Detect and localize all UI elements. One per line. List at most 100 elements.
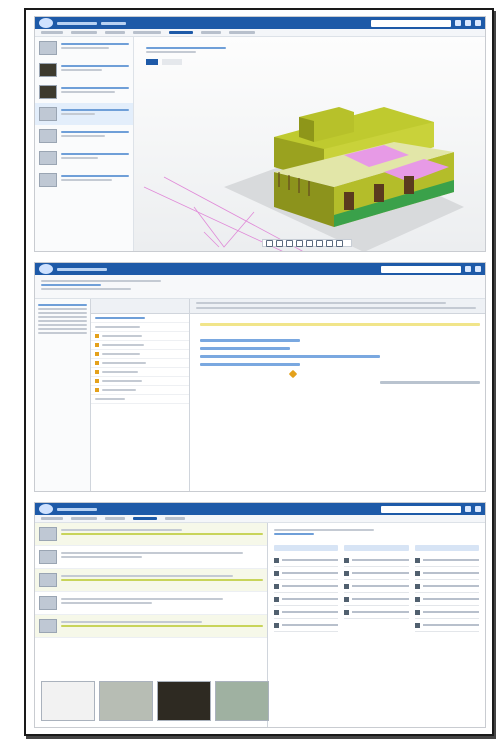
search-input[interactable] bbox=[381, 265, 461, 273]
user-icon[interactable] bbox=[475, 506, 481, 512]
panel-gantt bbox=[34, 262, 486, 492]
tab[interactable] bbox=[133, 31, 161, 34]
task-row[interactable] bbox=[91, 341, 189, 350]
gantt-bar[interactable] bbox=[200, 339, 300, 342]
panel-3d-viewer bbox=[34, 16, 486, 252]
gantt-bar[interactable] bbox=[200, 363, 300, 366]
app-header bbox=[35, 263, 485, 275]
gallery-image[interactable] bbox=[41, 681, 95, 721]
board-panel bbox=[268, 523, 485, 727]
tab[interactable] bbox=[229, 31, 255, 34]
kanban-card[interactable] bbox=[274, 619, 339, 632]
tab[interactable] bbox=[41, 517, 63, 520]
thumbnail bbox=[39, 527, 57, 541]
task-row[interactable] bbox=[91, 350, 189, 359]
thumbnail bbox=[39, 129, 57, 143]
thumbnail bbox=[39, 573, 57, 587]
app-logo-icon[interactable] bbox=[39, 504, 53, 514]
list-item[interactable] bbox=[35, 592, 267, 615]
tab-active[interactable] bbox=[169, 31, 193, 34]
section-icon[interactable] bbox=[316, 239, 323, 247]
kanban-card[interactable] bbox=[414, 554, 479, 567]
gallery-image[interactable] bbox=[157, 681, 211, 721]
task-row[interactable] bbox=[91, 386, 189, 395]
kanban-card[interactable] bbox=[414, 567, 479, 580]
sidebar bbox=[35, 37, 134, 251]
search-input[interactable] bbox=[381, 505, 461, 513]
tab[interactable] bbox=[105, 517, 125, 520]
gallery-image[interactable] bbox=[99, 681, 153, 721]
task-row[interactable] bbox=[91, 377, 189, 386]
list-item[interactable] bbox=[35, 546, 267, 569]
tab[interactable] bbox=[165, 517, 185, 520]
gantt-bar[interactable] bbox=[380, 381, 480, 384]
bell-icon[interactable] bbox=[465, 506, 471, 512]
kanban-card[interactable] bbox=[414, 593, 479, 606]
tab[interactable] bbox=[105, 31, 125, 34]
tab[interactable] bbox=[201, 31, 221, 34]
kanban-card[interactable] bbox=[414, 619, 479, 632]
gantt-bar[interactable] bbox=[200, 323, 480, 326]
sidebar-item[interactable] bbox=[35, 169, 133, 191]
task-row[interactable] bbox=[91, 395, 189, 404]
list-item[interactable] bbox=[35, 569, 267, 592]
gantt-bar[interactable] bbox=[200, 347, 290, 350]
gantt-chart[interactable] bbox=[190, 299, 485, 491]
gear-icon[interactable] bbox=[475, 20, 481, 26]
task-row[interactable] bbox=[91, 359, 189, 368]
settings-icon[interactable] bbox=[336, 239, 343, 247]
measure-icon[interactable] bbox=[326, 239, 333, 247]
sidebar-item[interactable] bbox=[35, 81, 133, 103]
task-row[interactable] bbox=[91, 368, 189, 377]
app-logo-icon[interactable] bbox=[39, 18, 53, 28]
tab[interactable] bbox=[71, 517, 97, 520]
gantt-bar[interactable] bbox=[200, 355, 380, 358]
tab[interactable] bbox=[71, 31, 97, 34]
pan-icon[interactable] bbox=[276, 239, 283, 247]
milestone-icon[interactable] bbox=[288, 369, 298, 379]
home-icon[interactable] bbox=[266, 239, 273, 247]
kanban-card[interactable] bbox=[274, 580, 339, 593]
sidebar-item[interactable] bbox=[35, 59, 133, 81]
window bbox=[404, 176, 414, 194]
kanban-card[interactable] bbox=[274, 606, 339, 619]
kanban-card[interactable] bbox=[274, 593, 339, 606]
project-sidebar bbox=[35, 299, 91, 491]
kanban-card[interactable] bbox=[344, 606, 409, 619]
kanban-card[interactable] bbox=[414, 606, 479, 619]
task-row[interactable] bbox=[91, 323, 189, 332]
panel-review bbox=[34, 502, 486, 728]
task-row[interactable] bbox=[91, 332, 189, 341]
kanban-card[interactable] bbox=[274, 554, 339, 567]
task-row[interactable] bbox=[91, 314, 189, 323]
gallery-image[interactable] bbox=[215, 681, 269, 721]
sidebar-item[interactable] bbox=[35, 125, 133, 147]
list-item[interactable] bbox=[35, 523, 267, 546]
image-gallery bbox=[41, 681, 269, 721]
kanban-card[interactable] bbox=[344, 580, 409, 593]
kanban-card[interactable] bbox=[344, 593, 409, 606]
rotate-icon[interactable] bbox=[286, 239, 293, 247]
list-item[interactable] bbox=[35, 615, 267, 638]
3d-viewport[interactable] bbox=[134, 37, 485, 251]
nav-tabs bbox=[35, 29, 485, 37]
sidebar-item[interactable] bbox=[35, 147, 133, 169]
user-icon[interactable] bbox=[465, 20, 471, 26]
kanban-card[interactable] bbox=[414, 580, 479, 593]
kanban-card[interactable] bbox=[274, 567, 339, 580]
collage-frame bbox=[24, 8, 494, 736]
bell-icon[interactable] bbox=[455, 20, 461, 26]
tab-active[interactable] bbox=[133, 517, 157, 520]
sidebar-item[interactable] bbox=[35, 37, 133, 59]
fit-icon[interactable] bbox=[306, 239, 313, 247]
app-logo-icon[interactable] bbox=[39, 264, 53, 274]
sidebar-item-selected[interactable] bbox=[35, 103, 133, 125]
search-input[interactable] bbox=[371, 19, 451, 27]
tab[interactable] bbox=[41, 31, 63, 34]
zoom-icon[interactable] bbox=[296, 239, 303, 247]
kanban-card[interactable] bbox=[344, 567, 409, 580]
kanban-card[interactable] bbox=[344, 554, 409, 567]
thumbnail bbox=[39, 63, 57, 77]
bell-icon[interactable] bbox=[465, 266, 471, 272]
user-icon[interactable] bbox=[475, 266, 481, 272]
